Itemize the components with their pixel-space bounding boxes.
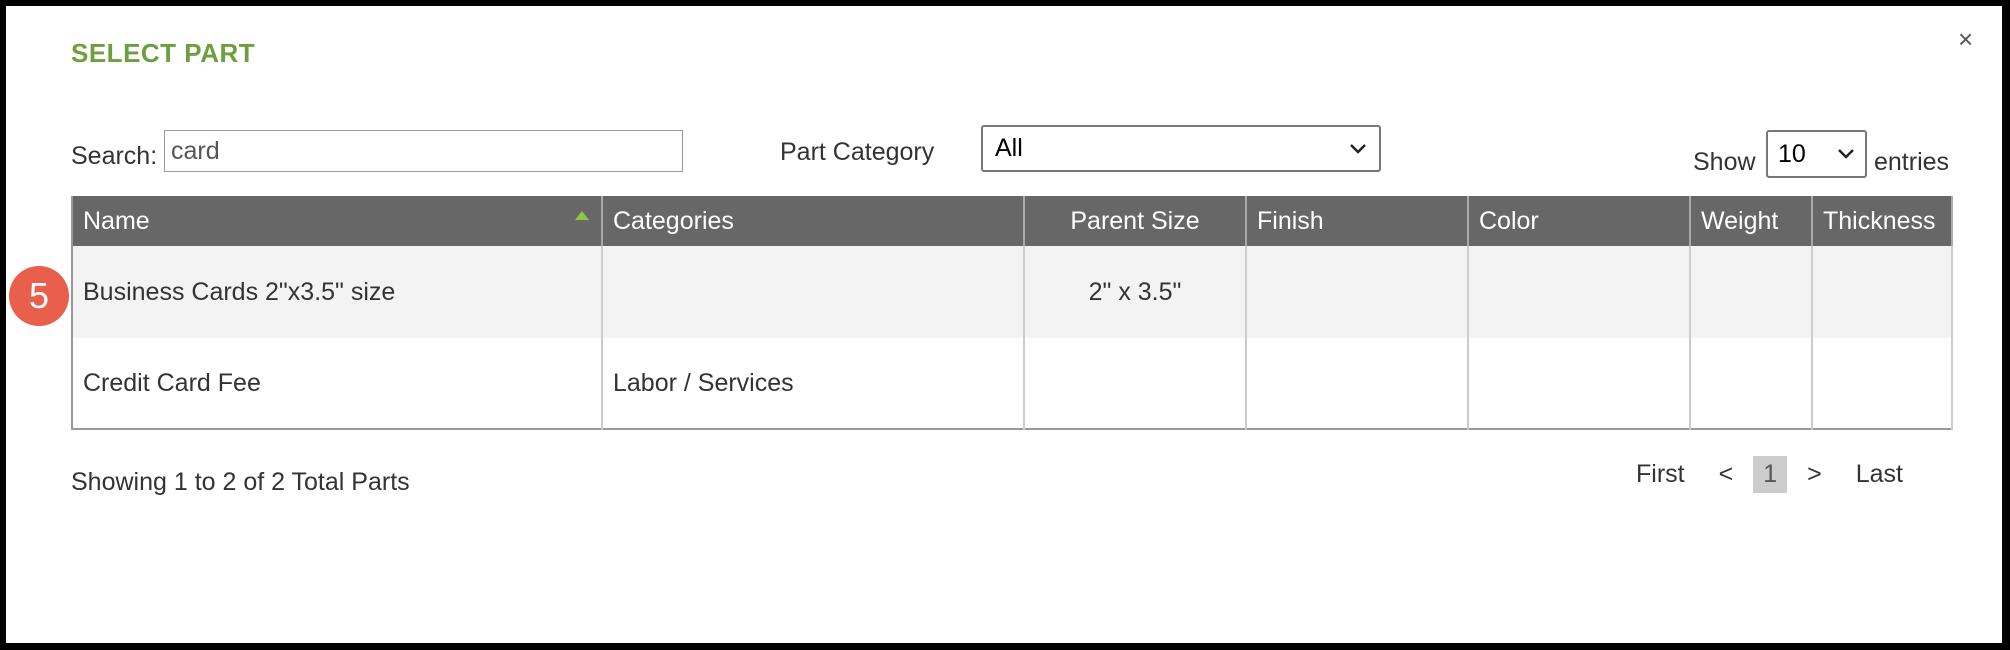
chevron-down-icon xyxy=(1349,143,1367,155)
cell-thickness xyxy=(1812,246,1953,338)
cell-name: Business Cards 2"x3.5" size xyxy=(72,246,603,338)
table-header-row: Name Categories Parent Size Finish Color… xyxy=(72,196,1953,246)
table-info-text: Showing 1 to 2 of 2 Total Parts xyxy=(71,468,410,496)
part-category-label: Part Category xyxy=(780,138,935,166)
close-icon[interactable]: × xyxy=(1958,26,1973,52)
cell-color xyxy=(1468,338,1691,429)
cell-finish xyxy=(1246,246,1469,338)
column-header-color[interactable]: Color xyxy=(1468,196,1691,246)
entries-per-page-select[interactable]: 10 xyxy=(1766,130,1867,178)
cell-color xyxy=(1468,246,1691,338)
column-header-thickness[interactable]: Thickness xyxy=(1812,196,1953,246)
dialog-title: SELECT PART xyxy=(71,38,256,68)
parts-table: Name Categories Parent Size Finish Color… xyxy=(71,196,1953,430)
column-header-parent-size[interactable]: Parent Size xyxy=(1024,196,1247,246)
part-category-value: All xyxy=(995,134,1023,162)
sort-ascending-icon xyxy=(575,211,589,220)
search-input[interactable] xyxy=(164,130,683,172)
next-page-button[interactable]: > xyxy=(1797,460,1832,489)
last-page-button[interactable]: Last xyxy=(1846,460,1913,489)
previous-page-button[interactable]: < xyxy=(1709,460,1744,489)
cell-parent-size xyxy=(1024,338,1247,429)
cell-weight xyxy=(1690,246,1813,338)
step-number-badge: 5 xyxy=(9,266,69,326)
cell-categories: Labor / Services xyxy=(602,338,1025,429)
table-row[interactable]: Business Cards 2"x3.5" size 2" x 3.5" xyxy=(72,246,1953,338)
column-header-categories[interactable]: Categories xyxy=(602,196,1025,246)
cell-finish xyxy=(1246,338,1469,429)
select-part-dialog: SELECT PART × Search: Part Category All … xyxy=(6,6,2002,643)
cell-weight xyxy=(1690,338,1813,429)
first-page-button[interactable]: First xyxy=(1626,460,1695,489)
entries-per-page-value: 10 xyxy=(1778,139,1806,168)
cell-categories xyxy=(602,246,1025,338)
search-label: Search: xyxy=(71,142,158,170)
current-page-button[interactable]: 1 xyxy=(1753,455,1788,493)
column-header-name[interactable]: Name xyxy=(72,196,603,246)
chevron-down-icon xyxy=(1837,148,1855,160)
cell-thickness xyxy=(1812,338,1953,429)
pagination: First < 1 > Last xyxy=(1626,454,1913,494)
column-header-weight[interactable]: Weight xyxy=(1690,196,1813,246)
column-header-finish[interactable]: Finish xyxy=(1246,196,1469,246)
show-label: Show xyxy=(1693,148,1756,176)
cell-parent-size: 2" x 3.5" xyxy=(1024,246,1247,338)
cell-name: Credit Card Fee xyxy=(72,338,603,429)
table-row[interactable]: Credit Card Fee Labor / Services xyxy=(72,338,1953,429)
part-category-select[interactable]: All xyxy=(981,125,1381,172)
entries-label: entries xyxy=(1874,148,1950,176)
